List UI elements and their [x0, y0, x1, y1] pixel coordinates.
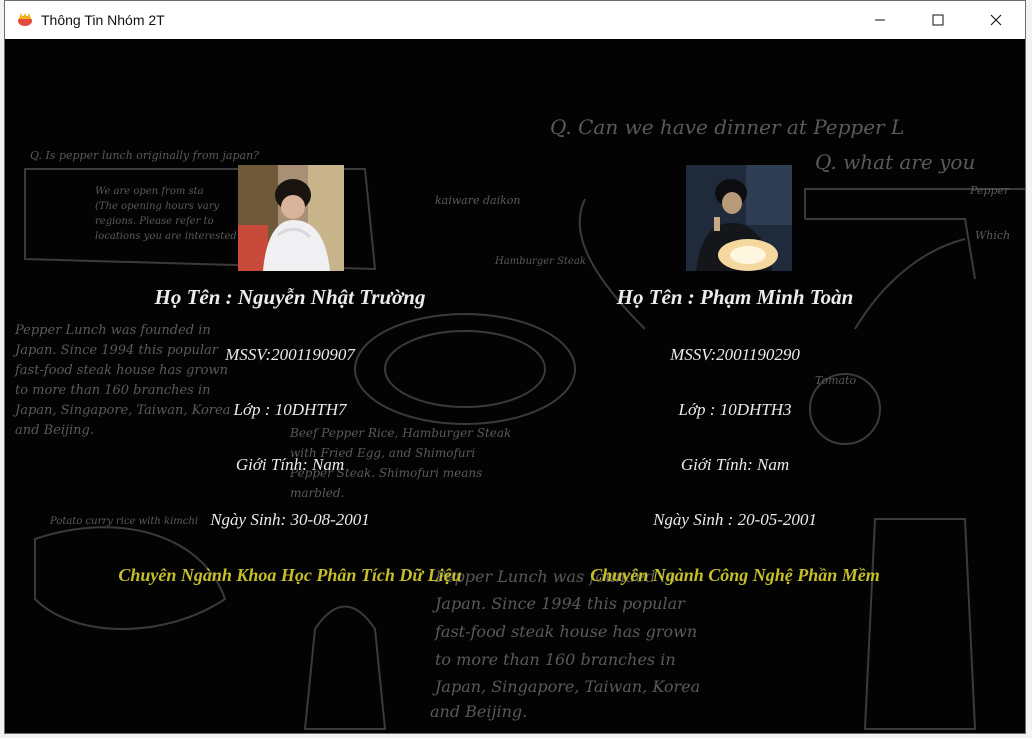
- member-mssv: MSSV:2001190290: [670, 345, 800, 364]
- member-birthdate: Ngày Sinh: 30-08-2001: [210, 510, 370, 529]
- maximize-icon: [932, 14, 944, 26]
- sketch-text: and Beijing.: [15, 423, 94, 438]
- member-mssv: MSSV:2001190907: [225, 345, 355, 364]
- sketch-text: and Beijing.: [430, 702, 527, 721]
- member-name: Họ Tên : Phạm Minh Toàn: [616, 285, 854, 309]
- member-gender: Giới Tính: Nam: [235, 455, 345, 474]
- sketch-text: (The opening hours vary: [95, 201, 219, 212]
- crown-icon: [17, 12, 33, 28]
- sketch-text: Q. what are you: [815, 150, 975, 174]
- sketch-text: Pepper: [969, 184, 1010, 197]
- member-name: Họ Tên : Nguyễn Nhật Trường: [154, 285, 426, 309]
- sketch-text: to more than 160 branches in: [15, 383, 211, 398]
- app-window: Thông Tin Nhóm 2T Q. Can we have dinner …: [4, 0, 1026, 734]
- sketch-text: locations you are interested: [95, 231, 237, 242]
- member-major: Chuyên Ngành Công Nghệ Phần Mềm: [590, 565, 880, 585]
- sketch-text: fast-food steak house has grown: [14, 363, 228, 378]
- sketch-text: Pepper Lunch was founded in: [14, 323, 211, 338]
- sketch-text: Q. Is pepper lunch originally from japan…: [30, 149, 259, 162]
- sketch-text: We are open from sta: [95, 186, 204, 197]
- member-class: Lớp : 10DHTH7: [233, 400, 347, 419]
- member-birthdate: Ngày Sinh : 20-05-2001: [653, 510, 817, 529]
- chalk-sketch-background: Q. Can we have dinner at Pepper L Q. wha…: [12, 115, 1025, 730]
- sketch-text: Hamburger Steak: [494, 256, 586, 267]
- close-icon: [990, 14, 1002, 26]
- sketch-text: Which: [975, 229, 1010, 242]
- member-major: Chuyên Ngành Khoa Học Phân Tích Dữ Liệu: [118, 565, 462, 585]
- sketch-text: kaiware daikon: [435, 194, 520, 207]
- sketch-text: Japan, Singapore, Taiwan, Korea: [432, 677, 700, 696]
- minimize-button[interactable]: [851, 1, 909, 39]
- sketch-text: Japan. Since 1994 this popular: [432, 594, 686, 613]
- sketch-text: Tomato: [815, 374, 857, 387]
- sketch-text: Q. Can we have dinner at Pepper L: [550, 115, 904, 139]
- maximize-button[interactable]: [909, 1, 967, 39]
- member-gender: Giới Tính: Nam: [680, 455, 790, 474]
- title-bar[interactable]: Thông Tin Nhóm 2T: [5, 1, 1025, 39]
- sketch-text: marbled.: [290, 486, 344, 500]
- member-class: Lớp : 10DHTH3: [678, 400, 792, 419]
- minimize-icon: [875, 19, 885, 21]
- content-area: Q. Can we have dinner at Pepper L Q. wha…: [5, 39, 1025, 733]
- member-photo: [238, 165, 344, 271]
- close-button[interactable]: [967, 1, 1025, 39]
- window-controls: [851, 1, 1025, 39]
- window-title: Thông Tin Nhóm 2T: [41, 12, 165, 28]
- member-photo: [686, 165, 792, 271]
- sketch-text: Beef Pepper Rice, Hamburger Steak: [289, 426, 511, 440]
- sketch-text: to more than 160 branches in: [435, 650, 676, 669]
- sketch-text: regions. Please refer to: [95, 216, 214, 227]
- sketch-text: fast-food steak house has grown: [434, 622, 697, 641]
